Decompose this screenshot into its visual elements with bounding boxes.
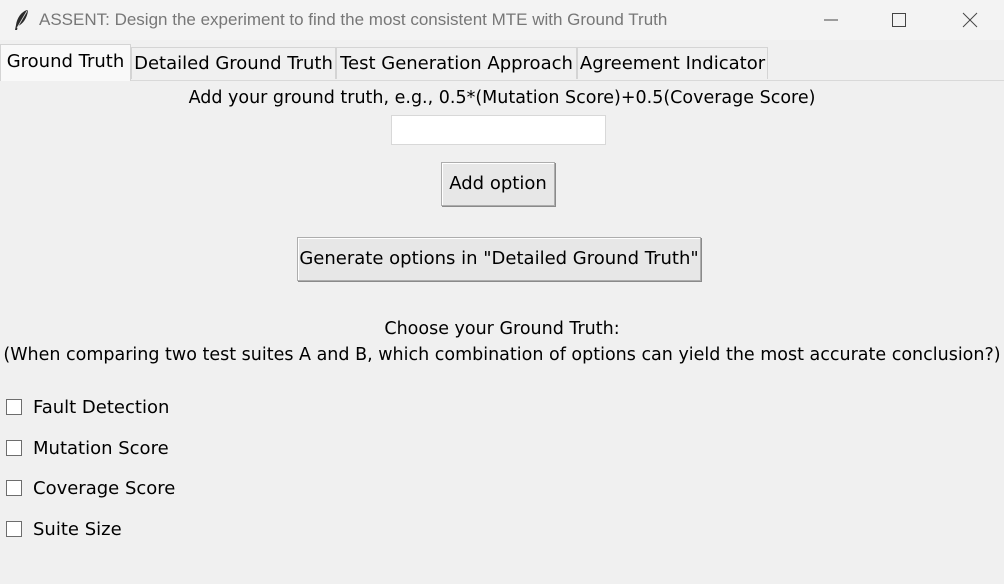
title-bar: ASSENT: Design the experiment to find th… xyxy=(0,0,1004,40)
choose-subheading: (When comparing two test suites A and B,… xyxy=(3,345,1001,365)
maximize-button[interactable] xyxy=(876,0,922,40)
checkbox[interactable] xyxy=(6,440,22,456)
checkbox[interactable] xyxy=(6,399,22,415)
tab-test-generation-approach[interactable]: Test Generation Approach xyxy=(336,47,577,79)
option-label: Suite Size xyxy=(33,519,122,540)
close-icon xyxy=(962,12,978,28)
option-label: Coverage Score xyxy=(33,478,176,499)
ground-truth-instruction: Add your ground truth, e.g., 0.5*(Mutati… xyxy=(188,88,816,108)
tab-detailed-ground-truth[interactable]: Detailed Ground Truth xyxy=(131,47,336,79)
close-button[interactable] xyxy=(947,0,993,40)
feather-icon xyxy=(15,10,28,30)
option-label: Fault Detection xyxy=(33,397,170,418)
ground-truth-input[interactable] xyxy=(391,115,606,145)
tab-ground-truth[interactable]: Ground Truth xyxy=(0,44,131,81)
add-option-button[interactable]: Add option xyxy=(441,162,555,206)
minimize-button[interactable] xyxy=(808,0,854,40)
generate-options-button[interactable]: Generate options in "Detailed Ground Tru… xyxy=(297,237,701,281)
minimize-icon xyxy=(824,19,838,21)
window-title: ASSENT: Design the experiment to find th… xyxy=(39,10,668,29)
choose-heading: Choose your Ground Truth: xyxy=(384,319,620,339)
maximize-icon xyxy=(892,13,906,27)
checkbox[interactable] xyxy=(6,480,22,496)
option-label: Mutation Score xyxy=(33,438,169,459)
tab-bar: Ground Truth Detailed Ground Truth Test … xyxy=(0,44,1004,81)
tab-agreement-indicator[interactable]: Agreement Indicator xyxy=(577,47,768,79)
checkbox[interactable] xyxy=(6,521,22,537)
